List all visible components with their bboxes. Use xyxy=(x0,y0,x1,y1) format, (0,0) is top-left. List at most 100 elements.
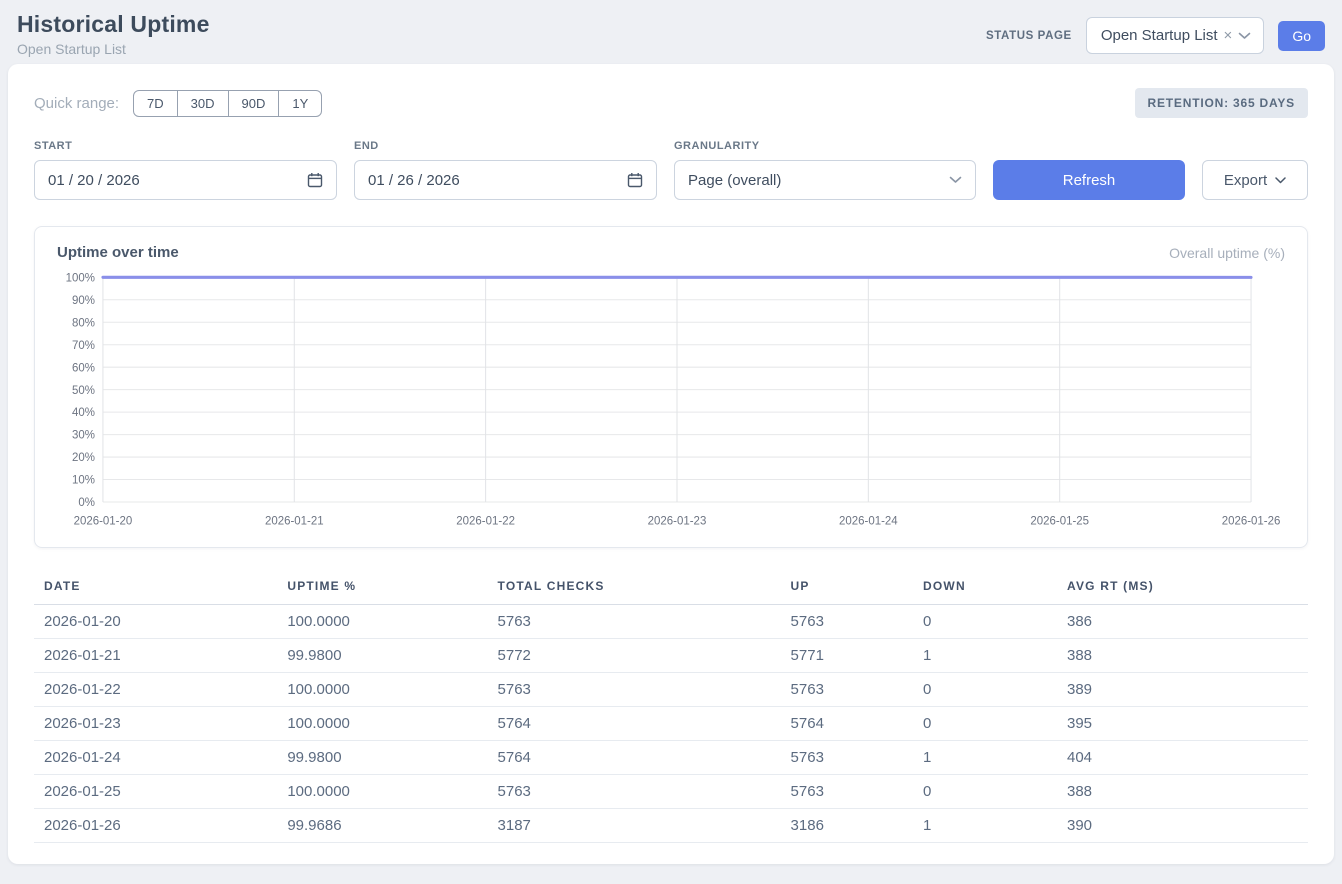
quick-range-1y-button[interactable]: 1Y xyxy=(278,90,322,117)
svg-text:40%: 40% xyxy=(72,406,95,419)
svg-text:50%: 50% xyxy=(72,384,95,397)
refresh-button[interactable]: Refresh xyxy=(993,160,1185,200)
granularity-selected-value: Page (overall) xyxy=(688,172,781,189)
export-button[interactable]: Export xyxy=(1202,160,1308,200)
end-date-value: 01 / 26 / 2026 xyxy=(368,172,460,189)
start-date-label: START xyxy=(34,140,337,152)
table-cell: 99.9686 xyxy=(277,809,487,843)
table-cell: 389 xyxy=(1057,673,1308,707)
table-cell: 5764 xyxy=(488,707,781,741)
table-cell: 100.0000 xyxy=(277,707,487,741)
calendar-icon[interactable] xyxy=(307,172,323,188)
export-button-label: Export xyxy=(1224,172,1267,189)
table-cell: 5772 xyxy=(488,639,781,673)
svg-text:90%: 90% xyxy=(72,294,95,307)
svg-text:20%: 20% xyxy=(72,451,95,464)
table-row: 2026-01-22100.0000576357630389 xyxy=(34,673,1308,707)
start-date-input[interactable]: 01 / 20 / 2026 xyxy=(34,160,337,200)
svg-text:80%: 80% xyxy=(72,316,95,329)
table-cell: 2026-01-23 xyxy=(34,707,277,741)
table-cell: 5764 xyxy=(781,707,913,741)
uptime-table-head: DATEUPTIME %TOTAL CHECKSUPDOWNAVG RT (MS… xyxy=(34,570,1308,605)
table-cell: 5763 xyxy=(488,775,781,809)
table-cell: 2026-01-25 xyxy=(34,775,277,809)
table-cell: 99.9800 xyxy=(277,639,487,673)
svg-text:2026-01-24: 2026-01-24 xyxy=(839,515,898,528)
chevron-down-icon xyxy=(1275,177,1286,184)
chart-title: Uptime over time xyxy=(57,244,179,261)
status-page-select[interactable]: Open Startup List × xyxy=(1086,17,1265,54)
granularity-field: GRANULARITY Page (overall) xyxy=(674,140,976,200)
svg-text:30%: 30% xyxy=(72,429,95,442)
table-cell: 5764 xyxy=(488,741,781,775)
quick-range-group: 7D30D90D1Y xyxy=(133,90,322,117)
start-date-field: START 01 / 20 / 2026 xyxy=(34,140,337,200)
table-row: 2026-01-2699.9686318731861390 xyxy=(34,809,1308,843)
table-cell: 5771 xyxy=(781,639,913,673)
main-panel: Quick range: 7D30D90D1Y RETENTION: 365 D… xyxy=(8,64,1334,864)
page-header: Historical Uptime Open Startup List STAT… xyxy=(0,0,1342,64)
table-header-row: DATEUPTIME %TOTAL CHECKSUPDOWNAVG RT (MS… xyxy=(34,570,1308,605)
table-cell: 3186 xyxy=(781,809,913,843)
svg-text:2026-01-20: 2026-01-20 xyxy=(74,515,133,528)
column-header: DOWN xyxy=(913,570,1057,605)
table-cell: 2026-01-26 xyxy=(34,809,277,843)
table-row: 2026-01-23100.0000576457640395 xyxy=(34,707,1308,741)
status-page-selected-value: Open Startup List xyxy=(1101,27,1218,44)
svg-text:2026-01-21: 2026-01-21 xyxy=(265,515,324,528)
uptime-chart: 0%10%20%30%40%50%60%70%80%90%100%2026-01… xyxy=(57,267,1285,535)
table-cell: 0 xyxy=(913,605,1057,639)
table-cell: 3187 xyxy=(488,809,781,843)
table-cell: 2026-01-24 xyxy=(34,741,277,775)
end-date-field: END 01 / 26 / 2026 xyxy=(354,140,657,200)
table-cell: 100.0000 xyxy=(277,605,487,639)
table-cell: 0 xyxy=(913,673,1057,707)
title-block: Historical Uptime Open Startup List xyxy=(17,11,210,57)
retention-badge: RETENTION: 365 DAYS xyxy=(1135,88,1308,118)
table-cell: 1 xyxy=(913,741,1057,775)
table-cell: 0 xyxy=(913,775,1057,809)
column-header: UP xyxy=(781,570,913,605)
quick-range-wrap: Quick range: 7D30D90D1Y xyxy=(34,90,322,117)
table-cell: 5763 xyxy=(781,741,913,775)
svg-text:2026-01-26: 2026-01-26 xyxy=(1222,515,1281,528)
end-date-input[interactable]: 01 / 26 / 2026 xyxy=(354,160,657,200)
uptime-table-body: 2026-01-20100.00005763576303862026-01-21… xyxy=(34,605,1308,843)
table-cell: 1 xyxy=(913,639,1057,673)
svg-text:2026-01-25: 2026-01-25 xyxy=(1030,515,1089,528)
granularity-select[interactable]: Page (overall) xyxy=(674,160,976,200)
table-cell: 386 xyxy=(1057,605,1308,639)
quick-range-90d-button[interactable]: 90D xyxy=(228,90,280,117)
table-cell: 99.9800 xyxy=(277,741,487,775)
page-title: Historical Uptime xyxy=(17,11,210,38)
quick-range-label: Quick range: xyxy=(34,95,119,112)
table-cell: 395 xyxy=(1057,707,1308,741)
calendar-icon[interactable] xyxy=(627,172,643,188)
table-cell: 1 xyxy=(913,809,1057,843)
clear-selection-icon[interactable]: × xyxy=(1224,27,1233,44)
table-cell: 5763 xyxy=(781,605,913,639)
chevron-down-icon xyxy=(1238,32,1251,40)
quick-range-30d-button[interactable]: 30D xyxy=(177,90,229,117)
svg-text:0%: 0% xyxy=(78,496,95,509)
granularity-label: GRANULARITY xyxy=(674,140,976,152)
table-cell: 404 xyxy=(1057,741,1308,775)
svg-text:70%: 70% xyxy=(72,339,95,352)
status-page-label: STATUS PAGE xyxy=(986,30,1072,42)
svg-text:100%: 100% xyxy=(66,271,95,284)
table-cell: 5763 xyxy=(781,673,913,707)
end-date-label: END xyxy=(354,140,657,152)
table-cell: 2026-01-22 xyxy=(34,673,277,707)
svg-text:2026-01-23: 2026-01-23 xyxy=(648,515,707,528)
column-header: AVG RT (MS) xyxy=(1057,570,1308,605)
svg-text:60%: 60% xyxy=(72,361,95,374)
quick-range-7d-button[interactable]: 7D xyxy=(133,90,178,117)
page-subtitle: Open Startup List xyxy=(17,41,210,57)
chart-legend: Overall uptime (%) xyxy=(1169,245,1285,261)
table-cell: 100.0000 xyxy=(277,673,487,707)
column-header: TOTAL CHECKS xyxy=(488,570,781,605)
table-cell: 390 xyxy=(1057,809,1308,843)
go-button[interactable]: Go xyxy=(1278,21,1325,51)
table-cell: 388 xyxy=(1057,639,1308,673)
column-header: DATE xyxy=(34,570,277,605)
